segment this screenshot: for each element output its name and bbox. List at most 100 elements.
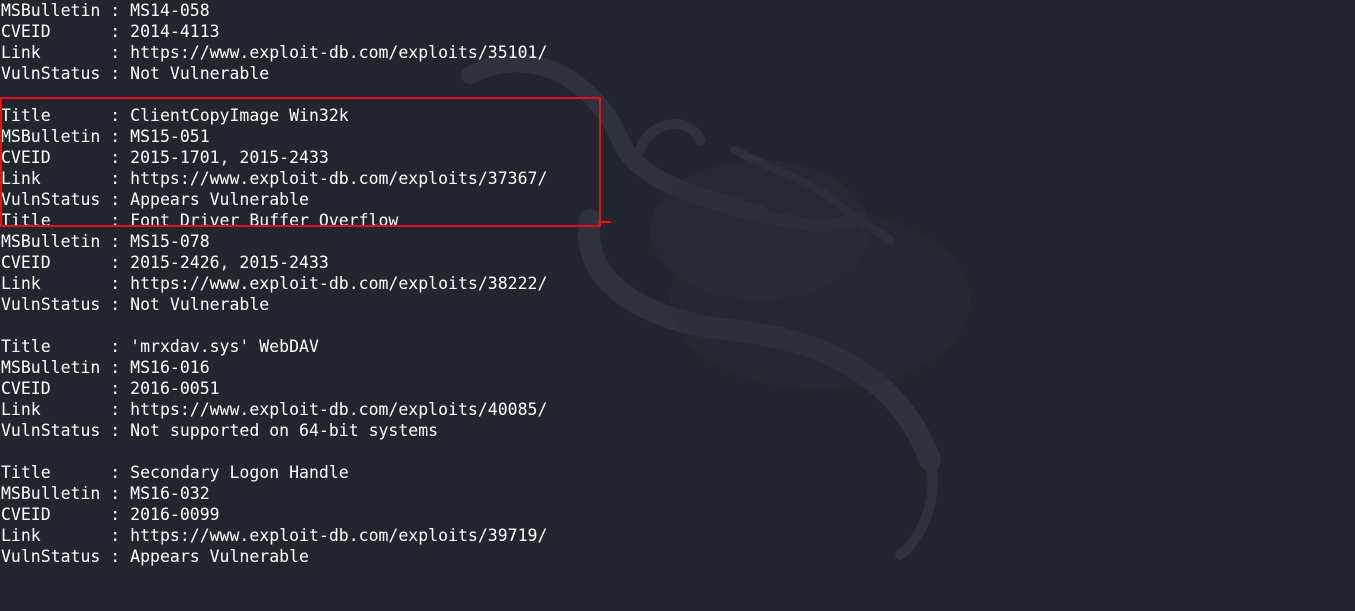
field-value: https://www.exploit-db.com/exploits/4008… [130, 400, 548, 419]
field-separator: : [100, 463, 131, 482]
field-value: MS16-032 [130, 484, 210, 503]
vuln-entry: Title : Font Driver Buffer Overflow MSBul… [1, 210, 547, 315]
field-separator: : [100, 505, 131, 524]
field-key: Title [1, 337, 101, 356]
field-key: Title [1, 211, 101, 230]
output-line: CVEID : 2015-2426, 2015-2433 [1, 252, 547, 273]
field-key: VulnStatus [1, 421, 101, 440]
field-key: MSBulletin [1, 358, 101, 377]
field-key: Title [1, 463, 101, 482]
output-line: CVEID : 2016-0099 [1, 504, 547, 525]
field-separator: : [100, 547, 131, 566]
field-value: MS15-078 [130, 232, 210, 251]
field-key: Link [1, 274, 101, 293]
output-line: Title : Secondary Logon Handle [1, 462, 547, 483]
field-separator: : [100, 148, 131, 167]
field-value: 2015-2426, 2015-2433 [130, 253, 329, 272]
field-key: MSBulletin [1, 127, 101, 146]
output-line: CVEID : 2015-1701, 2015-2433 [1, 147, 547, 168]
vuln-entry: Title : Secondary Logon Handle MSBulletin… [1, 462, 547, 567]
terminal-window[interactable]: MSBulletin : MS14-058 CVEID : 2014-4113 Li… [0, 0, 1355, 611]
field-value: 2014-4113 [130, 22, 220, 41]
field-value: Appears Vulnerable [130, 547, 309, 566]
output-line: MSBulletin : MS14-058 [1, 0, 547, 21]
field-value: Not Vulnerable [130, 295, 270, 314]
vuln-entry-highlighted: Title : ClientCopyImage Win32k MSBulletin… [1, 105, 547, 210]
field-separator: : [100, 127, 131, 146]
field-key: MSBulletin [1, 484, 101, 503]
field-separator: : [100, 211, 131, 230]
field-separator: : [100, 400, 131, 419]
field-separator: : [100, 190, 131, 209]
output-line: Link : https://www.exploit-db.com/exploi… [1, 168, 547, 189]
field-separator: : [100, 169, 131, 188]
output-line: CVEID : 2014-4113 [1, 21, 547, 42]
field-separator: : [100, 106, 131, 125]
field-key: CVEID [1, 22, 101, 41]
output-line: Link : https://www.exploit-db.com/exploi… [1, 273, 547, 294]
output-line: VulnStatus : Not Vulnerable [1, 294, 547, 315]
field-key: Link [1, 526, 101, 545]
output-line: CVEID : 2016-0051 [1, 378, 547, 399]
field-value: Not Vulnerable [130, 64, 270, 83]
field-value: Appears Vulnerable [130, 190, 309, 209]
field-value: Font Driver Buffer Overflow [130, 211, 399, 230]
field-key: Title [1, 106, 101, 125]
field-separator: : [100, 253, 131, 272]
command-output: MSBulletin : MS14-058 CVEID : 2014-4113 Li… [1, 0, 547, 588]
vuln-entry-partial: MSBulletin : MS14-058 CVEID : 2014-4113 Li… [1, 0, 547, 84]
field-separator: : [100, 1, 131, 20]
output-line: MSBulletin : MS15-051 [1, 126, 547, 147]
output-line: Title : ClientCopyImage Win32k [1, 105, 547, 126]
field-value: 2015-1701, 2015-2433 [130, 148, 329, 167]
output-line: VulnStatus : Not Vulnerable [1, 63, 547, 84]
field-separator: : [100, 295, 131, 314]
field-key: CVEID [1, 379, 101, 398]
field-separator: : [100, 421, 131, 440]
field-key: Link [1, 400, 101, 419]
field-separator: : [100, 43, 131, 62]
field-value: 'mrxdav.sys' WebDAV [130, 337, 319, 356]
output-line: MSBulletin : MS15-078 [1, 231, 547, 252]
field-value: MS15-051 [130, 127, 210, 146]
field-separator: : [100, 22, 131, 41]
output-line: VulnStatus : Appears Vulnerable [1, 189, 547, 210]
output-line: Title : 'mrxdav.sys' WebDAV [1, 336, 547, 357]
field-value: MS14-058 [130, 1, 210, 20]
output-line: Title : Font Driver Buffer Overflow [1, 210, 547, 231]
field-separator: : [100, 337, 131, 356]
field-key: MSBulletin [1, 232, 101, 251]
field-value: Secondary Logon Handle [130, 463, 349, 482]
field-separator: : [100, 232, 131, 251]
field-value: https://www.exploit-db.com/exploits/3971… [130, 526, 548, 545]
output-line: Link : https://www.exploit-db.com/exploi… [1, 42, 547, 63]
field-key: VulnStatus [1, 295, 101, 314]
output-line: VulnStatus : Not supported on 64-bit sys… [1, 420, 547, 441]
field-value: MS16-016 [130, 358, 210, 377]
field-separator: : [100, 484, 131, 503]
field-key: CVEID [1, 505, 101, 524]
field-separator: : [100, 358, 131, 377]
field-value: Not supported on 64-bit systems [130, 421, 439, 440]
vuln-entry: Title : 'mrxdav.sys' WebDAV MSBulletin : … [1, 336, 547, 441]
field-separator: : [100, 274, 131, 293]
field-value: 2016-0051 [130, 379, 220, 398]
field-value: 2016-0099 [130, 505, 220, 524]
field-value: ClientCopyImage Win32k [130, 106, 349, 125]
field-key: VulnStatus [1, 190, 101, 209]
field-separator: : [100, 379, 131, 398]
field-key: Link [1, 169, 101, 188]
field-key: MSBulletin [1, 1, 101, 20]
field-key: CVEID [1, 253, 101, 272]
output-line: Link : https://www.exploit-db.com/exploi… [1, 399, 547, 420]
highlight-box-tick [598, 221, 611, 223]
output-line: Link : https://www.exploit-db.com/exploi… [1, 525, 547, 546]
field-key: VulnStatus [1, 547, 101, 566]
field-key: Link [1, 43, 101, 62]
field-value: https://www.exploit-db.com/exploits/3510… [130, 43, 548, 62]
field-value: https://www.exploit-db.com/exploits/3822… [130, 274, 548, 293]
field-separator: : [100, 526, 131, 545]
